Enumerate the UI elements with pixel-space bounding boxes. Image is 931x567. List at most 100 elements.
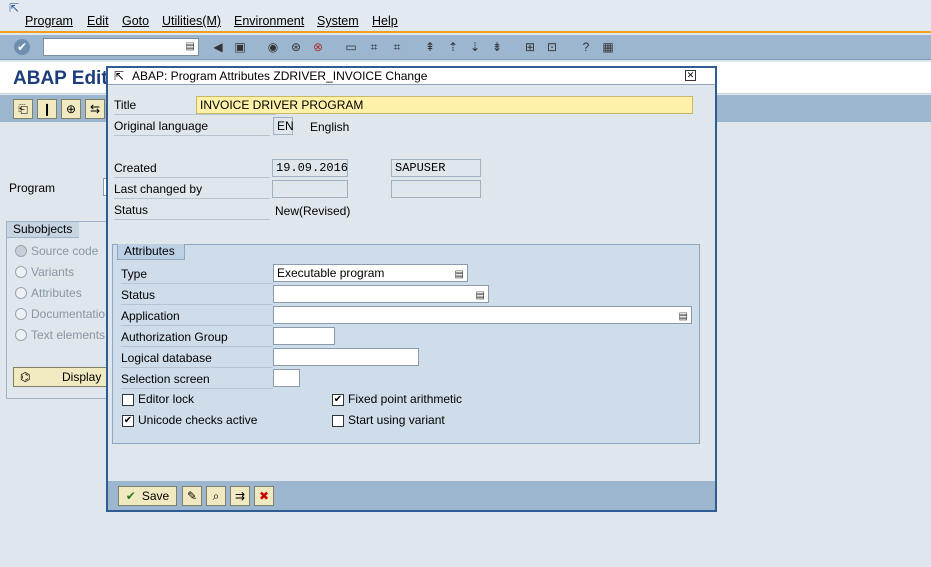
status-label: Status [114, 200, 270, 220]
last-page-icon[interactable]: ⇟ [489, 39, 505, 55]
search-icon: ⌕ [212, 488, 220, 503]
unicode-checks-label: Unicode checks active [138, 413, 258, 427]
cancel-x-icon: ✖ [258, 489, 270, 503]
hierarchy-icon: ⇉ [234, 489, 246, 503]
system-menu-icon[interactable]: ⇱ [9, 1, 19, 15]
cancel-icon[interactable]: ⊗ [310, 39, 326, 55]
fixed-point-label: Fixed point arithmetic [348, 392, 463, 406]
radio-documentation[interactable] [15, 308, 27, 320]
page-title: ABAP Edit [13, 68, 108, 89]
back-icon[interactable]: ◉ [265, 39, 281, 55]
other-object-icon[interactable]: ⎗ [13, 99, 33, 119]
next-page-icon[interactable]: ⇣ [467, 39, 483, 55]
dropdown-icon[interactable]: ▤ [679, 309, 688, 325]
logical-database-label: Logical database [121, 348, 273, 368]
menu-utilities[interactable]: Utilities(M) [162, 14, 221, 28]
save-button-label: Save [141, 489, 170, 503]
hierarchy-button[interactable]: ⇉ [230, 486, 250, 506]
authorization-group-input[interactable] [273, 327, 335, 345]
radio-source-code[interactable] [15, 245, 27, 257]
original-language-label: Original language [114, 116, 270, 136]
exit-icon[interactable]: ⊛ [288, 39, 304, 55]
application-select[interactable]: ▤ [273, 306, 692, 324]
label-variants: Variants [31, 265, 75, 279]
close-icon[interactable]: ✕ [685, 70, 696, 81]
start-variant-label: Start using variant [348, 413, 445, 427]
save-button[interactable]: ✔ Save [118, 486, 177, 506]
back-arrow-icon[interactable]: ◀ [210, 39, 226, 55]
where-used-icon[interactable]: ⇆ [85, 99, 105, 119]
selection-screen-label: Selection screen [121, 369, 273, 389]
find-next-icon[interactable]: ⌗ [389, 39, 405, 55]
last-changed-date-field [272, 180, 348, 198]
type-select[interactable]: Executable program ▤ [273, 264, 468, 282]
title-input[interactable]: INVOICE DRIVER PROGRAM [196, 96, 693, 114]
unicode-checks-checkbox[interactable]: ✔ [122, 415, 134, 427]
start-variant-checkbox[interactable] [332, 415, 344, 427]
check-icon[interactable]: ❙ [37, 99, 57, 119]
menu-system[interactable]: System [317, 14, 359, 28]
dropdown-icon[interactable]: ▤ [476, 288, 485, 304]
menu-environment[interactable]: Environment [234, 14, 304, 28]
last-changed-user-field [391, 180, 481, 198]
command-field[interactable]: ▤ [43, 38, 199, 56]
layout-icon[interactable]: ▦ [600, 39, 616, 55]
editor-lock-checkbox[interactable] [122, 394, 134, 406]
enter-icon[interactable]: ✔ [14, 39, 30, 55]
new-session-icon[interactable]: ⊞ [522, 39, 538, 55]
menu-bar: ⇱ Program Edit Goto Utilities(M) Environ… [0, 0, 931, 33]
find-icon[interactable]: ⌗ [366, 39, 382, 55]
dialog-title: ABAP: Program Attributes ZDRIVER_INVOICE… [132, 69, 428, 83]
created-date: 19.09.2016 [276, 161, 349, 175]
radio-variants[interactable] [15, 266, 27, 278]
last-changed-label: Last changed by [114, 179, 270, 199]
radio-attributes[interactable] [15, 287, 27, 299]
program-label: Program [9, 181, 56, 195]
radio-text-elements[interactable] [15, 329, 27, 341]
edit-button[interactable]: ✎ [182, 486, 202, 506]
display-button-label: Display [62, 370, 102, 384]
dialog-button-bar: ✔ Save ✎ ⌕ ⇉ ✖ [108, 481, 715, 510]
created-user: SAPUSER [395, 161, 446, 175]
prev-page-icon[interactable]: ⇡ [445, 39, 461, 55]
type-value: Executable program [277, 266, 385, 280]
status-value: New(Revised) [275, 204, 351, 218]
fixed-point-checkbox[interactable]: ✔ [332, 394, 344, 406]
activate-icon[interactable]: ⊕ [61, 99, 81, 119]
menu-help[interactable]: Help [372, 14, 398, 28]
pencil-icon: ✎ [186, 489, 198, 503]
created-date-field: 19.09.2016 [272, 159, 348, 177]
attr-status-label: Status [121, 285, 273, 305]
display-button[interactable]: ⌬ Display [13, 367, 108, 387]
search-button[interactable]: ⌕ [206, 486, 226, 506]
dropdown-icon[interactable]: ▤ [455, 267, 464, 283]
print-icon[interactable]: ▭ [343, 39, 359, 55]
logical-database-input[interactable] [273, 348, 419, 366]
selection-screen-input[interactable] [273, 369, 300, 387]
first-page-icon[interactable]: ⇞ [422, 39, 438, 55]
title-value: INVOICE DRIVER PROGRAM [200, 98, 364, 112]
created-label: Created [114, 158, 270, 178]
original-language-code: EN [277, 119, 294, 133]
created-user-field: SAPUSER [391, 159, 481, 177]
cancel-button[interactable]: ✖ [254, 486, 274, 506]
save-icon[interactable]: ▣ [232, 39, 248, 55]
program-attributes-dialog: ⇱ ABAP: Program Attributes ZDRIVER_INVOI… [106, 66, 717, 512]
attributes-group: Attributes Type Executable program ▤ Sta… [112, 244, 700, 444]
label-attributes: Attributes [31, 286, 82, 300]
menu-program[interactable]: Program [25, 14, 73, 28]
subobjects-header: Subobjects [7, 222, 79, 238]
dropdown-icon[interactable]: ▤ [186, 41, 195, 52]
attributes-header: Attributes [117, 244, 185, 260]
authorization-group-label: Authorization Group [121, 327, 273, 347]
glasses-icon: ⌬ [20, 370, 31, 384]
original-language-name: English [310, 120, 350, 134]
original-language-field: EN [273, 117, 294, 135]
help-icon[interactable]: ? [578, 39, 594, 55]
label-text-elements: Text elements [31, 328, 106, 342]
editor-lock-label: Editor lock [138, 392, 195, 406]
attr-status-select[interactable]: ▤ [273, 285, 489, 303]
shortcut-icon[interactable]: ⊡ [544, 39, 560, 55]
menu-goto[interactable]: Goto [122, 14, 149, 28]
menu-edit[interactable]: Edit [87, 14, 109, 28]
